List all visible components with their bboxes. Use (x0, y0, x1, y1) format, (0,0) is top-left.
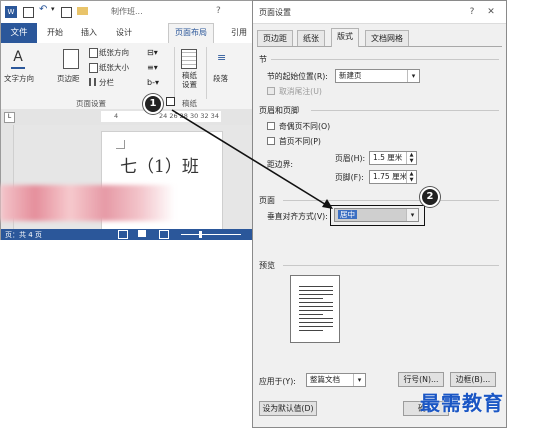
pointer-arrow (171, 109, 333, 209)
arrow-line (171, 109, 329, 207)
callout-1: 1 (143, 94, 163, 114)
watermark-logo: 最需教育 (420, 391, 504, 415)
callout-2: 2 (420, 187, 440, 207)
